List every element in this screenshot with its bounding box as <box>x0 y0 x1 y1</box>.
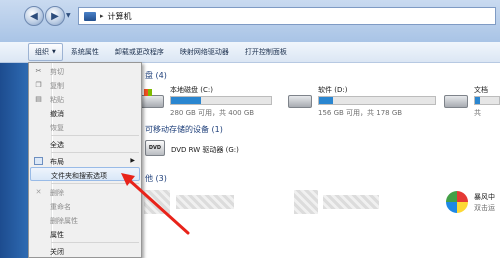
annotation-arrow-shaft <box>126 177 190 235</box>
annotation-arrow <box>121 173 190 235</box>
explorer-window: ◀ ▶ ▼ ▸ 计算机 组织 ▼ 系统属性 卸载或更改程序 映射网络驱动器 打开控… <box>0 0 500 258</box>
